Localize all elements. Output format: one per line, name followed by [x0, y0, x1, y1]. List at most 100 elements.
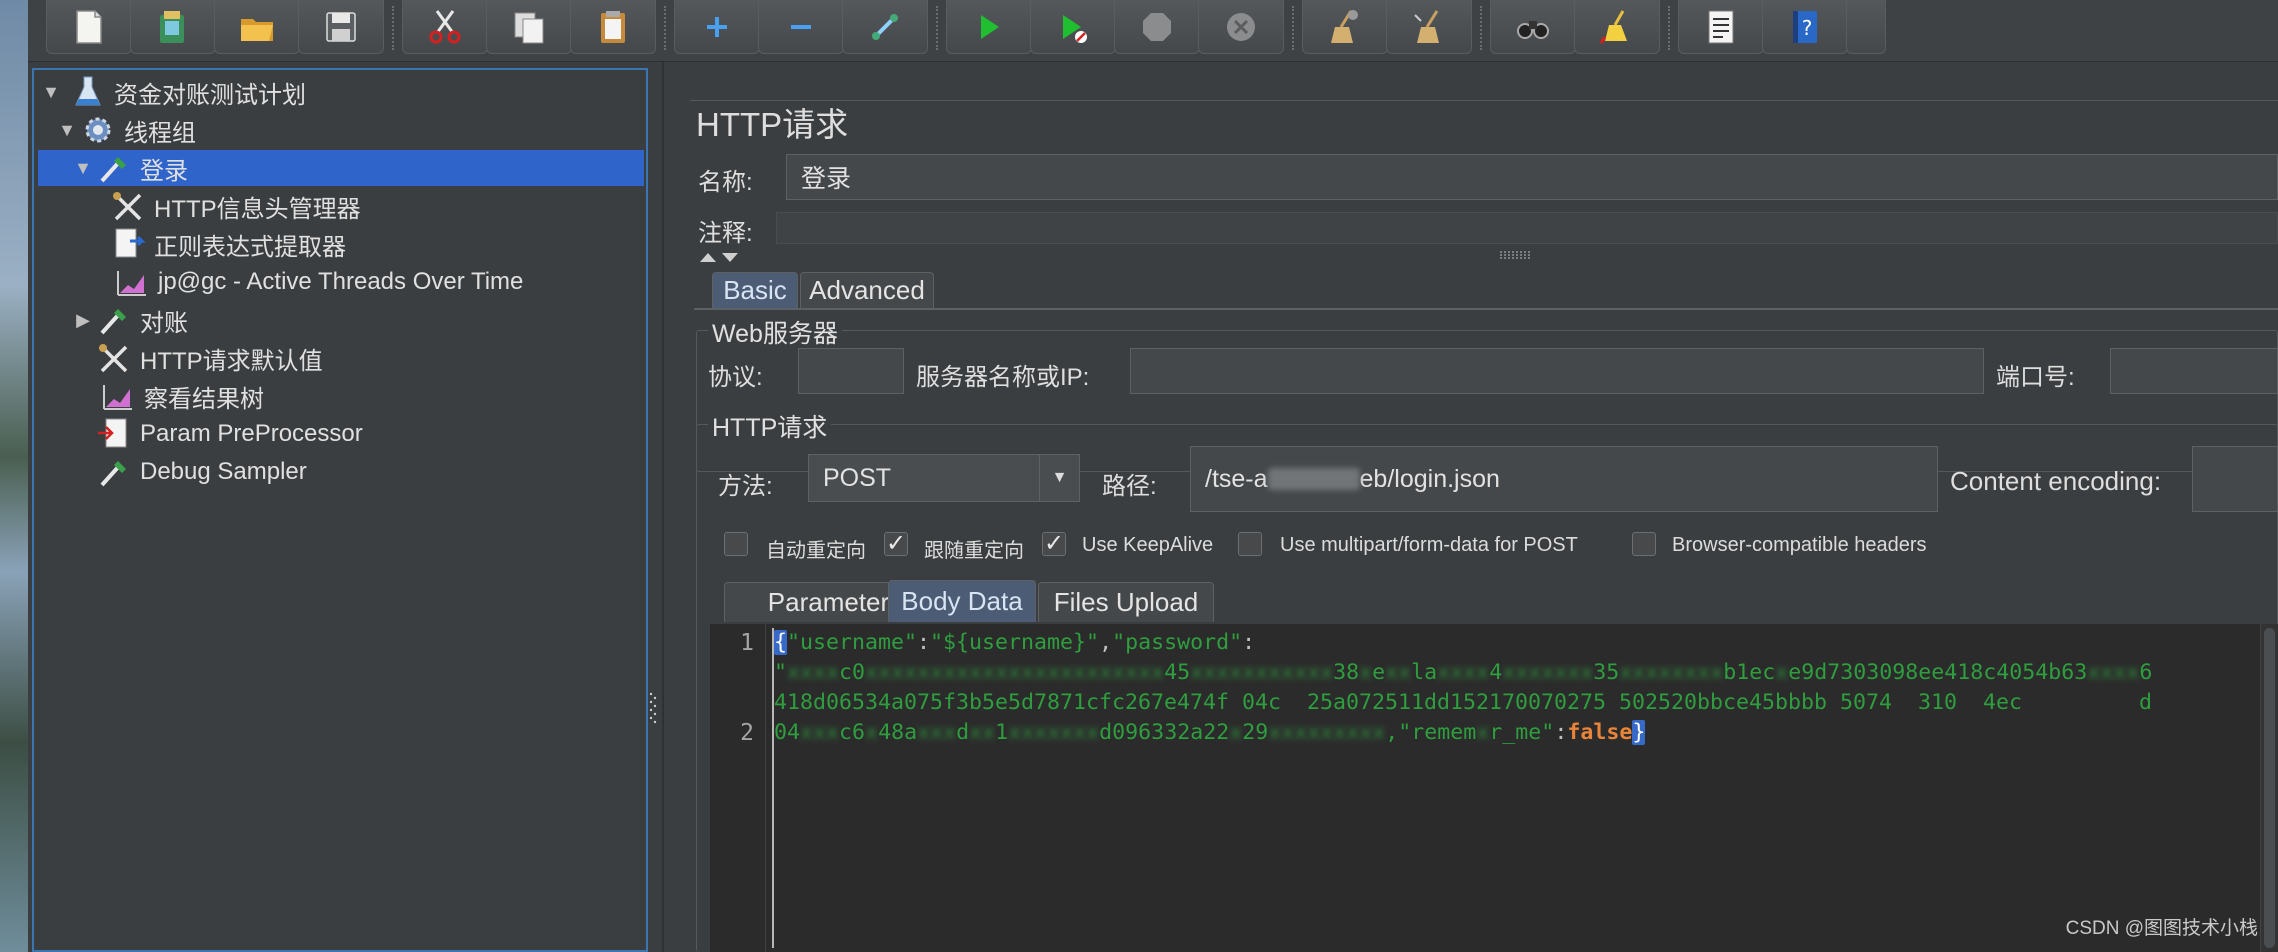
code-token: 963: [1125, 720, 1165, 745]
tab-files-upload[interactable]: Files Upload: [1038, 582, 1214, 622]
binoculars-icon: [1517, 20, 1549, 39]
auto-redirect-checkbox[interactable]: [724, 532, 748, 556]
tree-item-login-sampler[interactable]: ▼ 登录: [34, 150, 646, 186]
cut-button[interactable]: [402, 0, 488, 54]
tree-item-label: HTTP请求默认值: [140, 347, 323, 375]
copy-button[interactable]: [486, 0, 572, 54]
multipart-checkbox[interactable]: [1238, 532, 1262, 556]
resize-grip-icon[interactable]: [1498, 250, 1532, 260]
code-token: c6: [839, 720, 866, 745]
collapse-all-button[interactable]: [758, 0, 844, 54]
toolbar-overflow: [1846, 0, 1886, 54]
code-token: e9d7303098ee418c4054b63: [1788, 660, 2088, 685]
new-plan-button[interactable]: [46, 0, 132, 54]
shutdown-button[interactable]: [1198, 0, 1284, 54]
start-no-pauses-button[interactable]: [1030, 0, 1116, 54]
stop-button[interactable]: [1114, 0, 1200, 54]
code-token: false: [1567, 720, 1633, 745]
content-encoding-field[interactable]: [2192, 446, 2278, 512]
tree-item-label: 对账: [140, 309, 188, 337]
keepalive-checkbox[interactable]: ✓: [1042, 532, 1066, 556]
clear-all-button[interactable]: [1386, 0, 1472, 54]
code-token: la: [1411, 660, 1438, 685]
code-scrollbar[interactable]: [2260, 624, 2278, 952]
broom-icon: [1331, 9, 1358, 43]
tab-basic-label: Basic: [723, 275, 787, 305]
code-token: 418d06534a075f3b5e5d7871cfc267e474f 04c …: [774, 690, 2153, 715]
help-button[interactable]: ?: [1762, 0, 1848, 54]
tree-item-thread-group[interactable]: ▼ 线程组: [34, 112, 646, 148]
paste-button[interactable]: [570, 0, 656, 54]
scrollbar-thumb[interactable]: [2264, 628, 2275, 948]
path-field[interactable]: /tse-a eb/login.json: [1190, 446, 1938, 512]
search-button[interactable]: [1490, 0, 1576, 54]
expanded-toggle-icon[interactable]: ▼: [40, 81, 62, 103]
tab-advanced-label: Advanced: [809, 275, 925, 305]
expanded-toggle-icon[interactable]: ▼: [56, 119, 78, 141]
tree-item-regex-extractor[interactable]: 正则表达式提取器: [34, 226, 646, 262]
clear-button[interactable]: [1302, 0, 1388, 54]
save-button[interactable]: [298, 0, 384, 54]
browser-headers-checkbox[interactable]: [1632, 532, 1656, 556]
tree-item-label: Debug Sampler: [140, 458, 307, 485]
code-token: 29: [1242, 720, 1269, 745]
expand-all-button[interactable]: [674, 0, 760, 54]
name-field[interactable]: 登录: [786, 154, 2278, 200]
method-select[interactable]: POST ▼: [808, 454, 1080, 502]
code-line: 418d06534a075f3b5e5d7871cfc267e474f 04c …: [774, 690, 2152, 715]
tree-item-header-manager[interactable]: HTTP信息头管理器: [34, 188, 646, 224]
function-helper-button[interactable]: [1678, 0, 1764, 54]
code-token: ": [774, 660, 788, 685]
scissors-icon: [429, 9, 461, 43]
protocol-field[interactable]: [798, 348, 904, 394]
tree-item-reconcile-sampler[interactable]: ▶ 对账: [34, 302, 646, 338]
stop-icon: [1143, 12, 1171, 41]
chevron-down-icon[interactable]: ▼: [1039, 455, 1079, 501]
body-data-editor[interactable]: 1 2 {"username":"${username}","password"…: [710, 624, 2278, 952]
tab-basic[interactable]: Basic: [712, 272, 798, 308]
tree-item-label: Param PreProcessor: [140, 420, 363, 447]
splitter-grip-icon[interactable]: [648, 690, 658, 726]
templates-button[interactable]: [130, 0, 216, 54]
web-server-group-label: Web服务器: [708, 314, 842, 350]
path-value-start: /tse-a: [1205, 464, 1268, 493]
redacted-text: xxx: [917, 720, 957, 745]
method-value: POST: [823, 463, 892, 492]
tree-item-test-plan[interactable]: ▼ 资金对账测试计划: [34, 74, 646, 110]
redacted-text: xx: [1385, 660, 1412, 685]
reset-broom-icon: [1599, 9, 1627, 44]
code-token: "username": [787, 630, 918, 655]
collapse-arrows-icon[interactable]: [698, 250, 748, 264]
follow-redirect-checkbox[interactable]: ✓: [884, 532, 908, 556]
tree-item-http-defaults[interactable]: HTTP请求默认值: [34, 340, 646, 376]
code-token: 48a: [878, 720, 918, 745]
content-encoding-label: Content encoding:: [1950, 466, 2162, 496]
redacted-text: x: [1359, 660, 1373, 685]
svg-text:?: ?: [1802, 16, 1813, 40]
tab-advanced[interactable]: Advanced: [800, 272, 934, 308]
port-field[interactable]: [2110, 348, 2278, 394]
toggle-button[interactable]: [842, 0, 928, 54]
tree-item-results-tree[interactable]: 察看结果树: [34, 378, 646, 414]
comment-field[interactable]: [776, 212, 2278, 244]
tools-icon: [113, 192, 142, 221]
tree-item-label: 正则表达式提取器: [154, 233, 346, 261]
line-number: 2: [740, 720, 754, 746]
tree-item-param-preprocessor[interactable]: Param PreProcessor: [34, 416, 646, 452]
pipette-sampler-icon: [100, 461, 126, 487]
expanded-toggle-icon[interactable]: ▼: [72, 157, 94, 179]
code-token: 4: [1489, 660, 1503, 685]
toolbar-separator: [1292, 6, 1294, 50]
open-button[interactable]: [214, 0, 300, 54]
tree-item-debug-sampler[interactable]: Debug Sampler: [34, 454, 646, 490]
start-button[interactable]: [946, 0, 1032, 54]
pipette-sampler-icon: [100, 309, 126, 335]
server-field[interactable]: [1130, 348, 1984, 394]
reset-search-button[interactable]: [1574, 0, 1660, 54]
tree-item-active-threads[interactable]: jp@gc - Active Threads Over Time: [34, 264, 646, 300]
tab-body-data[interactable]: Body Data: [888, 580, 1036, 622]
code-token: 04: [774, 720, 801, 745]
open-folder-icon: [241, 18, 273, 41]
comment-label: 注释:: [698, 220, 753, 247]
collapsed-toggle-icon[interactable]: ▶: [72, 309, 94, 331]
